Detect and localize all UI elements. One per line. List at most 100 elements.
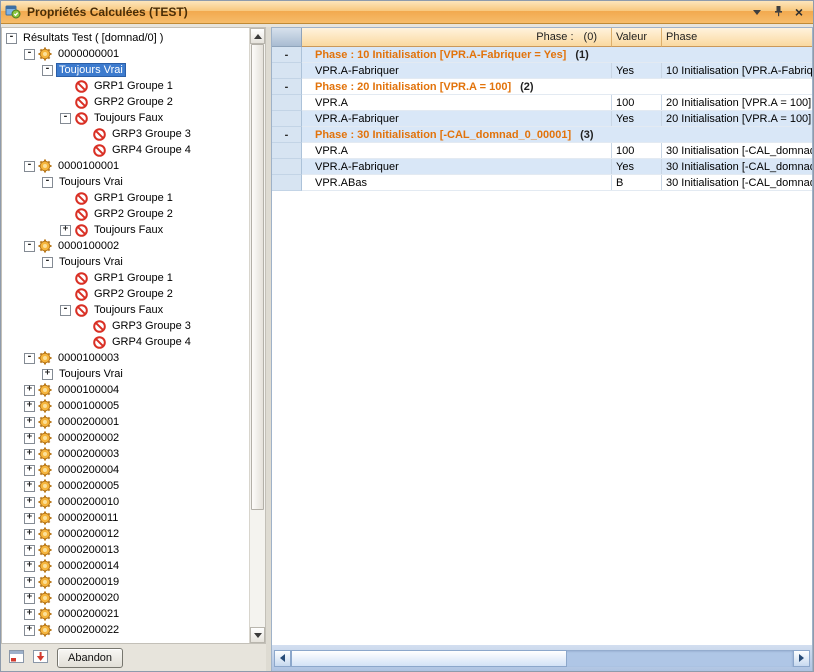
tree-expander-box[interactable]: - — [24, 49, 35, 60]
tree-expander-box[interactable]: - — [42, 257, 53, 268]
grid-data-row[interactable]: VPR.A 100 30 Initialisation [-CAL_domnad — [272, 143, 812, 159]
tree-item[interactable]: - Toujours Vrai — [2, 254, 249, 270]
tree-item-label[interactable]: GRP1 Groupe 1 — [91, 271, 176, 285]
tree-expander-box[interactable]: + — [24, 497, 35, 508]
tree-expander-box[interactable]: - — [42, 65, 53, 76]
tree-expander-box[interactable]: - — [24, 353, 35, 364]
tree-item-label[interactable]: GRP4 Groupe 4 — [109, 335, 194, 349]
tree-expander-box[interactable]: + — [24, 577, 35, 588]
tree-item[interactable]: - 0000000001 — [2, 46, 249, 62]
tree-item-label[interactable]: 0000200005 — [55, 479, 122, 493]
tree-expander-box[interactable]: + — [24, 385, 35, 396]
tree-item[interactable]: GRP1 Groupe 1 — [2, 78, 249, 94]
tree-item[interactable]: GRP3 Groupe 3 — [2, 318, 249, 334]
tree-item-label[interactable]: 0000100001 — [55, 159, 122, 173]
tree-expander-box[interactable]: + — [24, 401, 35, 412]
tree-item-label[interactable]: Toujours Vrai — [56, 367, 126, 381]
tree-item[interactable]: - 0000100003 — [2, 350, 249, 366]
grid-group-row[interactable]: - Phase : 10 Initialisation [VPR.A-Fabri… — [272, 47, 812, 63]
tree-item-label[interactable]: 0000200014 — [55, 559, 122, 573]
tree-item-label[interactable]: 0000100005 — [55, 399, 122, 413]
tree-item-label[interactable]: 0000200012 — [55, 527, 122, 541]
tree-expander-box[interactable]: + — [60, 225, 71, 236]
tree-item-label[interactable]: 0000100004 — [55, 383, 122, 397]
tree-item-label[interactable]: Toujours Faux — [91, 303, 166, 317]
tree-item-label[interactable]: GRP2 Groupe 2 — [91, 95, 176, 109]
tree-item-label[interactable]: Résultats Test ( [domnad/0] ) — [20, 31, 166, 45]
tree-item[interactable]: + 0000200020 — [2, 590, 249, 606]
tree-item[interactable]: + 0000200021 — [2, 606, 249, 622]
grid-scroll-thumb[interactable] — [291, 650, 567, 667]
tree-item[interactable]: - Résultats Test ( [domnad/0] ) — [2, 30, 249, 46]
tree-item[interactable]: + Toujours Vrai — [2, 366, 249, 382]
grid-header-phase-group[interactable]: Phase : (0) — [302, 28, 612, 47]
tree-item-label[interactable]: 0000000001 — [55, 47, 122, 61]
tree-item-label[interactable]: Toujours Vrai — [56, 255, 126, 269]
tree-item[interactable]: + 0000200005 — [2, 478, 249, 494]
footer-icon-button-1[interactable] — [6, 648, 26, 667]
group-collapse-button[interactable]: - — [285, 50, 289, 60]
tree-expander-box[interactable]: + — [24, 625, 35, 636]
tree-item-label[interactable]: 0000200001 — [55, 415, 122, 429]
abandon-button[interactable]: Abandon — [57, 648, 123, 668]
tree-item-label[interactable]: 0000100002 — [55, 239, 122, 253]
tree-item-label[interactable]: GRP2 Groupe 2 — [91, 207, 176, 221]
tree-expander-box[interactable]: - — [24, 161, 35, 172]
tree-item-label[interactable]: 0000200010 — [55, 495, 122, 509]
tree-item[interactable]: + 0000200002 — [2, 430, 249, 446]
tree-expander-box[interactable]: + — [24, 481, 35, 492]
tree-expander-box[interactable]: + — [24, 545, 35, 556]
tree-item-label[interactable]: GRP1 Groupe 1 — [91, 79, 176, 93]
grid-indicator-header[interactable] — [272, 28, 302, 47]
tree-item-label[interactable]: GRP2 Groupe 2 — [91, 287, 176, 301]
tree-expander-box[interactable]: - — [60, 113, 71, 124]
tree-expander-box[interactable]: + — [24, 529, 35, 540]
tree-expander-box[interactable]: + — [24, 561, 35, 572]
tree-expander-box[interactable]: + — [42, 369, 53, 380]
grid-scroll-track[interactable] — [291, 650, 793, 667]
scroll-right-button[interactable] — [793, 650, 810, 667]
grid-header-phase[interactable]: Phase — [662, 28, 812, 47]
tree-item-label[interactable]: 0000200022 — [55, 623, 122, 637]
grid-header-valeur[interactable]: Valeur — [612, 28, 662, 47]
footer-icon-button-2[interactable] — [30, 648, 50, 667]
tree-item[interactable]: + 0000100004 — [2, 382, 249, 398]
tree-item-label[interactable]: GRP3 Groupe 3 — [109, 127, 194, 141]
tree-item[interactable]: GRP3 Groupe 3 — [2, 126, 249, 142]
tree-item-label[interactable]: GRP3 Groupe 3 — [109, 319, 194, 333]
grid-data-row[interactable]: VPR.A-Fabriquer Yes 20 Initialisation [V… — [272, 111, 812, 127]
tree-item[interactable]: + 0000200003 — [2, 446, 249, 462]
tree-expander-box[interactable]: - — [42, 177, 53, 188]
grid-data-row[interactable]: VPR.A-Fabriquer Yes 10 Initialisation [V… — [272, 63, 812, 79]
tree-item[interactable]: - 0000100002 — [2, 238, 249, 254]
tree-item[interactable]: GRP2 Groupe 2 — [2, 94, 249, 110]
tree-item[interactable]: + 0000200001 — [2, 414, 249, 430]
tree-item-label[interactable]: 0000200004 — [55, 463, 122, 477]
tree-item-label[interactable]: GRP4 Groupe 4 — [109, 143, 194, 157]
tree-item[interactable]: - Toujours Faux — [2, 302, 249, 318]
close-button[interactable]: × — [790, 4, 808, 20]
grid-data-row[interactable]: VPR.A-Fabriquer Yes 30 Initialisation [-… — [272, 159, 812, 175]
tree-expander-box[interactable]: + — [24, 609, 35, 620]
tree-expander-box[interactable]: + — [24, 593, 35, 604]
tree-item-label[interactable]: 0000200011 — [55, 511, 121, 525]
tree-item-label[interactable]: 0000200019 — [55, 575, 122, 589]
tree-item[interactable]: + Toujours Faux — [2, 222, 249, 238]
group-collapse-button[interactable]: - — [285, 82, 289, 92]
tree-item-label[interactable]: Toujours Vrai — [56, 63, 126, 77]
tree-expander-box[interactable]: + — [24, 417, 35, 428]
tree-item[interactable]: + 0000200013 — [2, 542, 249, 558]
grid-group-row[interactable]: - Phase : 30 Initialisation [-CAL_domnad… — [272, 127, 812, 143]
tree-item-label[interactable]: Toujours Faux — [91, 223, 166, 237]
tree-item[interactable]: - Toujours Vrai — [2, 174, 249, 190]
tree-expander-box[interactable]: + — [24, 433, 35, 444]
tree-item-label[interactable]: 0000200002 — [55, 431, 122, 445]
tree-item[interactable]: - Toujours Faux — [2, 110, 249, 126]
scroll-up-button[interactable] — [250, 28, 265, 44]
tree-vertical-scrollbar[interactable] — [249, 28, 265, 643]
tree-item-label[interactable]: Toujours Faux — [91, 111, 166, 125]
pin-button[interactable] — [769, 4, 787, 20]
tree-item[interactable]: + 0000200014 — [2, 558, 249, 574]
tree-item[interactable]: GRP4 Groupe 4 — [2, 142, 249, 158]
tree-item-label[interactable]: Toujours Vrai — [56, 175, 126, 189]
